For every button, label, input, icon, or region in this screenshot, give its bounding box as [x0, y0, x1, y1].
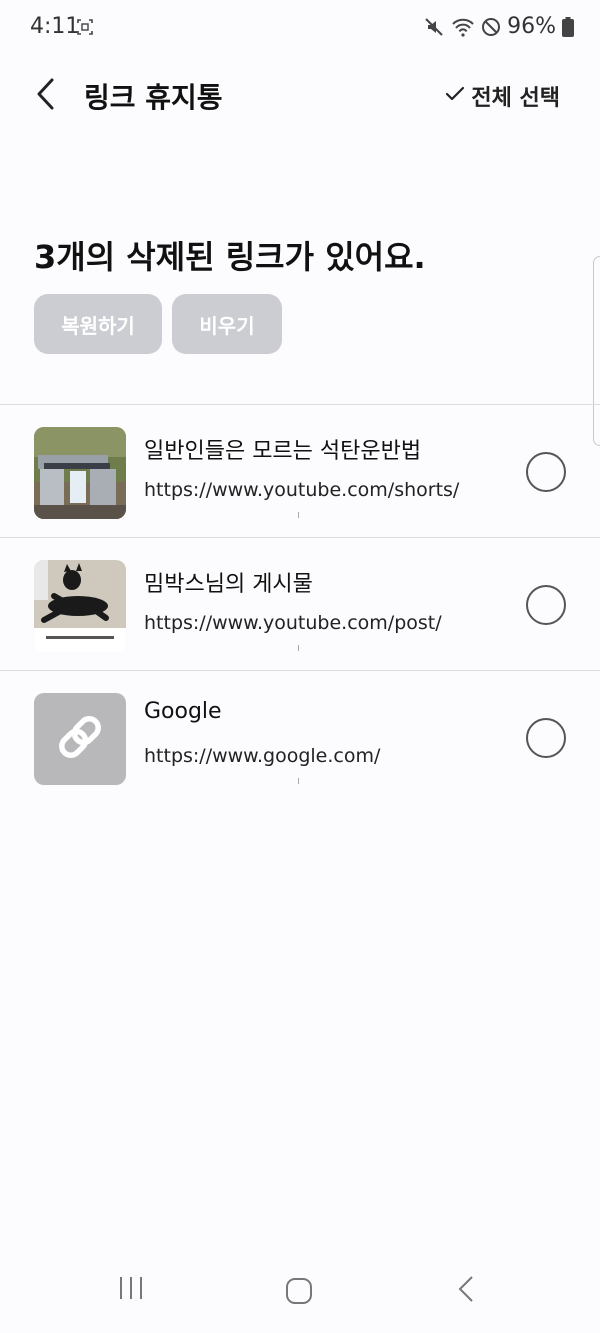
- recent-apps-icon[interactable]: [118, 1275, 144, 1305]
- select-checkbox[interactable]: [526, 585, 566, 625]
- deleted-count-headline: 3개의 삭제된 링크가 있어요.: [34, 238, 426, 276]
- restore-button[interactable]: 복원하기: [34, 294, 162, 354]
- status-bar: 4:11 96%: [0, 0, 600, 56]
- item-url: https://www.youtube.com/post/: [144, 612, 442, 634]
- screen-record-icon: [76, 18, 94, 36]
- page-title: 링크 휴지통: [84, 81, 223, 114]
- item-title: Google: [144, 699, 222, 724]
- status-time: 4:11: [30, 14, 80, 39]
- back-button[interactable]: [26, 76, 66, 116]
- battery-icon: [562, 16, 574, 37]
- app-header: 링크 휴지통 전체 선택: [0, 60, 600, 130]
- item-title: 일반인들은 모르는 석탄운반법: [144, 439, 422, 464]
- link-list: 일반인들은 모르는 석탄운반법 https://www.youtube.com/…: [0, 404, 600, 803]
- home-icon[interactable]: [285, 1277, 313, 1309]
- link-thumbnail: [34, 693, 126, 785]
- system-nav-bar: [0, 1253, 600, 1333]
- empty-trash-button[interactable]: 비우기: [172, 294, 282, 354]
- mute-icon: [423, 16, 445, 38]
- select-all-label: 전체 선택: [471, 86, 560, 111]
- select-all-button[interactable]: 전체 선택: [445, 80, 560, 112]
- chevron-left-icon: [34, 77, 58, 115]
- post-thumbnail: [34, 560, 126, 652]
- video-thumbnail: [34, 427, 126, 519]
- do-not-disturb-icon: [481, 17, 501, 37]
- select-checkbox[interactable]: [526, 452, 566, 492]
- list-item[interactable]: 밈박스님의 게시물 https://www.youtube.com/post/: [0, 538, 600, 670]
- list-item[interactable]: 일반인들은 모르는 석탄운반법 https://www.youtube.com/…: [0, 405, 600, 537]
- divider-tick: [298, 778, 299, 784]
- divider-tick: [298, 645, 299, 651]
- item-url: https://www.google.com/: [144, 745, 381, 767]
- link-icon: [52, 709, 108, 769]
- wifi-icon: [451, 16, 475, 38]
- list-item[interactable]: Google https://www.google.com/: [0, 671, 600, 803]
- item-title: 밈박스님의 게시물: [144, 572, 313, 597]
- divider-tick: [298, 512, 299, 518]
- action-buttons: 복원하기 비우기: [34, 294, 282, 354]
- nav-back-icon[interactable]: [456, 1275, 476, 1307]
- item-url: https://www.youtube.com/shorts/: [144, 479, 460, 501]
- select-checkbox[interactable]: [526, 718, 566, 758]
- battery-percent: 96%: [507, 14, 556, 39]
- status-icons: 96%: [423, 14, 574, 39]
- check-icon: [445, 85, 465, 107]
